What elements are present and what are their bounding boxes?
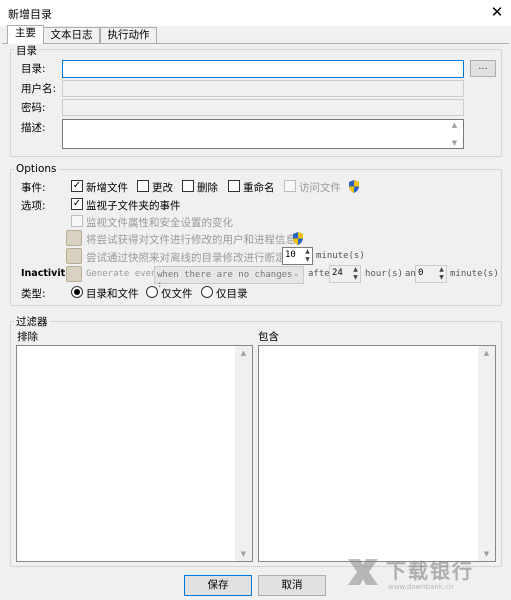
event-rename-label: 重命名 xyxy=(243,182,275,194)
cancel-button[interactable]: 取消 xyxy=(258,575,326,596)
directory-label: 目录: xyxy=(21,63,46,75)
spin-up-icon[interactable]: ▲ xyxy=(303,248,312,256)
watermark-url: www.downbank.cn xyxy=(388,583,454,591)
spin-up-icon: ▲ xyxy=(439,266,444,273)
type-label: 类型: xyxy=(21,288,46,300)
scroll-down-icon[interactable]: ▼ xyxy=(235,547,252,561)
scroll-up-icon[interactable]: ▲ xyxy=(446,120,463,130)
type-files-only-radio[interactable] xyxy=(146,286,158,298)
snapshot-unit-label: minute(s) xyxy=(316,251,365,261)
snapshot-label: 尝试通过快照来对离线的目录修改进行断定 xyxy=(86,252,286,264)
minutes-unit-label: minute(s) xyxy=(450,269,499,279)
watch-attributes-checkbox xyxy=(71,215,83,227)
generate-event-label: Generate event xyxy=(86,269,162,279)
description-textarea[interactable]: ▲ ▼ xyxy=(62,119,464,149)
exclude-label: 排除 xyxy=(17,331,38,343)
options-label: 选项: xyxy=(21,200,46,212)
scroll-down-icon[interactable]: ▼ xyxy=(446,138,463,148)
inactivity-hours-value: 24 xyxy=(332,268,343,278)
chevron-down-icon: ⌄ xyxy=(292,269,300,279)
close-icon[interactable]: ✕ xyxy=(488,2,506,22)
exclude-list[interactable]: ▲ ▼ xyxy=(16,345,253,562)
spin-down-icon: ▼ xyxy=(353,274,358,281)
inactivity-label: Inactivit xyxy=(21,268,66,279)
event-access-label: 访问文件 xyxy=(299,182,341,194)
lock-icon xyxy=(66,266,82,282)
type-dirs-only-radio[interactable] xyxy=(201,286,213,298)
tab-main[interactable]: 主要 xyxy=(7,25,44,44)
event-delete-label: 删除 xyxy=(197,182,218,194)
filters-group-legend: 过滤器 xyxy=(14,314,50,329)
uac-shield-icon xyxy=(349,180,359,193)
include-label: 包含 xyxy=(258,331,279,343)
scroll-up-icon[interactable]: ▲ xyxy=(235,346,252,360)
type-dirs-and-files-radio[interactable] xyxy=(71,286,83,298)
include-list[interactable]: ▲ ▼ xyxy=(258,345,496,562)
type-dirs-only-label: 仅目录 xyxy=(216,288,248,300)
snapshot-minutes-value: 10 xyxy=(285,250,296,260)
watermark-brand: 下载银行 xyxy=(386,559,474,583)
tab-actions[interactable]: 执行动作 xyxy=(100,27,157,43)
after-label: afte xyxy=(308,269,330,279)
watermark: 下载银行 www.downbank.cn xyxy=(346,555,506,595)
password-label: 密码: xyxy=(21,102,46,114)
snapshot-minutes-stepper[interactable]: 10 ▲ ▼ xyxy=(282,247,313,265)
window-title: 新增目录 xyxy=(8,8,52,21)
spin-down-icon[interactable]: ▼ xyxy=(303,256,312,264)
browse-button[interactable]: ... xyxy=(470,60,496,77)
inactivity-hours-stepper: 24 ▲ ▼ xyxy=(329,265,361,283)
watermark-logo-icon xyxy=(348,559,378,585)
username-label: 用户名: xyxy=(21,83,57,95)
scroll-up-icon[interactable]: ▲ xyxy=(478,346,495,360)
inactivity-minutes-stepper: 0 ▲ ▼ xyxy=(415,265,447,283)
event-modify-label: 更改 xyxy=(152,182,173,194)
title-bar xyxy=(0,0,511,26)
watch-subfolders-label: 监视子文件夹的事件 xyxy=(86,200,181,212)
event-new-file-label: 新增文件 xyxy=(86,182,128,194)
options-group-legend: Options xyxy=(14,163,59,175)
events-label: 事件: xyxy=(21,182,46,194)
password-field xyxy=(62,99,464,116)
type-dirs-and-files-label: 目录和文件 xyxy=(86,288,139,300)
type-files-only-label: 仅文件 xyxy=(161,288,193,300)
directory-input[interactable] xyxy=(62,60,464,78)
username-field xyxy=(62,80,464,97)
watch-subfolders-checkbox[interactable]: ✓ xyxy=(71,198,83,210)
event-rename-checkbox[interactable] xyxy=(228,180,240,192)
event-modify-checkbox[interactable] xyxy=(137,180,149,192)
include-scrollbar[interactable]: ▲ ▼ xyxy=(478,346,495,561)
lock-icon xyxy=(66,230,82,246)
directory-group-legend: 目录 xyxy=(14,43,39,58)
event-delete-checkbox[interactable] xyxy=(182,180,194,192)
event-new-file-checkbox[interactable]: ✓ xyxy=(71,180,83,192)
inactivity-minutes-value: 0 xyxy=(418,268,424,278)
try-get-user-label: 将尝试获得对文件进行修改的用户和进程信息 xyxy=(86,234,296,246)
watch-attributes-label: 监视文件属性和安全设置的变化 xyxy=(86,217,233,229)
lock-icon xyxy=(66,248,82,264)
uac-shield-icon xyxy=(293,232,303,245)
save-button[interactable]: 保存 xyxy=(184,575,252,596)
event-access-checkbox xyxy=(284,180,296,192)
tab-text-log[interactable]: 文本日志 xyxy=(43,27,100,43)
description-label: 描述: xyxy=(21,122,46,134)
spin-up-icon: ▲ xyxy=(353,266,358,273)
inactivity-condition-select: when there are no changes : ⌄ xyxy=(154,266,304,290)
hours-unit-label: hour(s) xyxy=(365,269,403,279)
spin-down-icon: ▼ xyxy=(439,274,444,281)
exclude-scrollbar[interactable]: ▲ ▼ xyxy=(235,346,252,561)
